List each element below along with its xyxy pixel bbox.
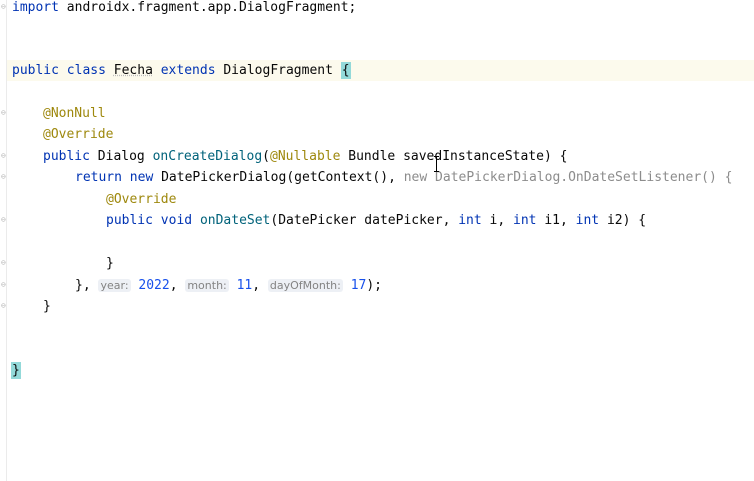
param-hint-year: year: [98,279,131,292]
param-hint-month: month: [185,279,229,292]
matched-brace: } [11,362,21,379]
code-line-return[interactable]: return new DatePickerDialog(getContext()… [75,167,732,188]
text-cursor-icon [434,156,440,172]
code-line-close-brace[interactable]: } [106,253,114,274]
fold-marker-icon[interactable]: ⊖ [1,280,8,289]
class-name: Fecha [113,63,153,78]
fold-marker-icon[interactable]: ⊖ [1,151,8,160]
code-line-args[interactable]: }, year: 2022, month: 11, dayOfMonth: 17… [75,275,382,296]
code-line-close-brace[interactable]: } [43,296,51,317]
fold-marker-icon[interactable]: ⊖ [1,172,8,181]
fold-marker-icon[interactable]: ⊖ [1,301,8,310]
param-hint-day: dayOfMonth: [267,279,343,292]
fold-marker-icon[interactable]: ⊖ [1,215,8,224]
code-line-import[interactable]: import androidx.fragment.app.DialogFragm… [12,0,356,18]
code-line-annotation[interactable]: @NonNull [43,103,106,124]
code-line-close-brace[interactable]: } [11,360,21,381]
code-line-method-decl[interactable]: public Dialog onCreateDialog(@Nullable B… [43,146,567,167]
code-line-ondateset[interactable]: public void onDateSet(DatePicker datePic… [106,210,646,231]
editor-gutter [0,0,7,481]
matched-brace: { [340,62,351,79]
code-line-annotation[interactable]: @Override [43,124,113,145]
code-line-class-decl[interactable]: public class Fecha extends DialogFragmen… [12,60,351,81]
fold-marker-icon[interactable]: ⊖ [1,258,8,267]
fold-marker-icon[interactable]: ⊖ [1,2,8,11]
code-line-annotation[interactable]: @Override [106,189,176,210]
fold-marker-icon[interactable]: ⊖ [1,108,8,117]
